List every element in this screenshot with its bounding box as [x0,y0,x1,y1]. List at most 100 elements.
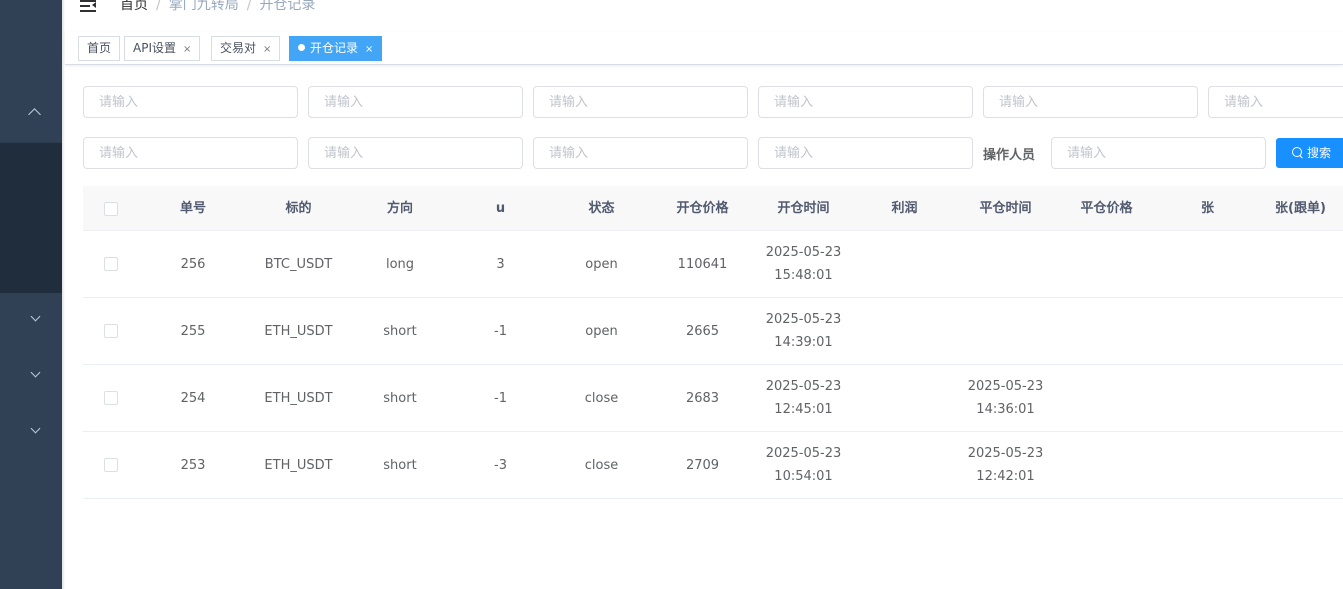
tag-label: API设置 [133,41,176,55]
cell-u: -1 [494,323,507,339]
filter-input[interactable] [533,137,748,169]
breadcrumb: 首页 / 掌门九转局 / 开仓记录 [120,0,315,14]
cell-open-time: 2025-05-23 15:48:01 [753,231,854,297]
cell-qty-follow [1258,432,1343,498]
row-select[interactable] [83,365,139,431]
cell-profit [854,231,955,297]
chevron-up-icon [28,108,41,121]
cell-status: open [585,323,618,339]
cell-open-price: 2665 [685,323,720,339]
filter-input[interactable] [983,86,1198,118]
checkbox[interactable] [104,257,118,271]
column-header: 状态 [588,201,615,216]
cell-id: 253 [180,457,206,473]
search-button-label: 搜索 [1307,146,1332,160]
table-row[interactable]: 253 ETH_USDT short -3 close 2709 2025-05… [83,432,1343,499]
filter-input[interactable] [1208,86,1343,118]
tag-open-records[interactable]: 开仓记录 × [289,36,383,61]
cell-close-price [1056,432,1157,498]
breadcrumb-current: 开仓记录 [259,0,316,13]
navbar: 首页 / 掌门九转局 / 开仓记录 [65,0,1343,30]
filter-input[interactable] [308,137,523,169]
cell-open-time: 2025-05-23 10:54:01 [753,432,854,498]
open-time: 10:54:01 [774,469,833,484]
close-icon[interactable]: × [183,44,191,55]
checkbox[interactable] [104,458,118,472]
close-icon[interactable]: × [365,44,373,55]
tag-api-settings[interactable]: API设置 × [124,36,201,61]
cell-direction: long [385,256,415,272]
open-time: 14:39:01 [774,335,833,350]
hamburger-icon[interactable] [80,0,98,14]
table-row[interactable]: 256 BTC_USDT long 3 open 110641 2025-05-… [83,231,1343,298]
cell-qty-follow [1258,365,1343,431]
table-row[interactable]: 254 ETH_USDT short -1 close 2683 2025-05… [83,365,1343,432]
tag-label: 开仓记录 [310,41,359,55]
tag-trading-pairs[interactable]: 交易对 × [211,36,281,61]
cell-status: close [584,457,619,473]
close-date: 2025-05-23 [967,379,1044,394]
header-select-all[interactable] [83,186,139,231]
tags-view: 首页 API设置 × 交易对 × 开仓记录 × [65,32,1343,65]
operator-input[interactable] [1051,137,1266,169]
open-date: 2025-05-23 [765,379,842,394]
records-table: 单号 标的 方向 u 状态 开仓价格 开仓时间 利润 平仓时间 平仓价格 张 张… [83,186,1343,499]
cell-close-price [1056,231,1157,297]
cell-symbol: ETH_USDT [264,390,333,406]
cell-open-time: 2025-05-23 14:39:01 [753,298,854,364]
row-select[interactable] [83,298,139,364]
table-header: 单号 标的 方向 u 状态 开仓价格 开仓时间 利润 平仓时间 平仓价格 张 张… [83,186,1343,231]
filter-input[interactable] [83,86,298,118]
chevron-down-icon[interactable] [30,423,41,434]
cell-status: close [584,390,619,406]
column-header: 方向 [386,201,413,216]
open-date: 2025-05-23 [765,312,842,327]
column-header: 张 [1200,201,1214,216]
chevron-down-icon[interactable] [30,367,41,378]
open-time: 12:45:01 [774,402,833,417]
cell-qty [1157,432,1258,498]
checkbox[interactable] [104,324,118,338]
checkbox[interactable] [104,201,118,216]
cell-status: open [585,256,618,272]
checkbox[interactable] [104,391,118,405]
filter-input[interactable] [758,86,973,118]
row-select[interactable] [83,432,139,498]
open-date: 2025-05-23 [765,446,842,461]
breadcrumb-home[interactable]: 首页 [120,0,148,13]
cell-id: 255 [180,323,206,339]
chevron-down-icon[interactable] [30,311,41,322]
tag-home[interactable]: 首页 [78,36,121,61]
table-row[interactable]: 255 ETH_USDT short -1 open 2665 2025-05-… [83,298,1343,365]
filter-input[interactable] [533,86,748,118]
row-select[interactable] [83,231,139,297]
cell-direction: short [383,457,417,473]
filter-input[interactable] [758,137,973,169]
filter-input[interactable] [308,86,523,118]
cell-profit [854,298,955,364]
cell-open-time: 2025-05-23 12:45:01 [753,365,854,431]
sidebar-shadow [62,0,65,589]
sidebar-menu-group-expanded[interactable] [0,0,62,143]
cell-close-time [955,231,1056,297]
close-date: 2025-05-23 [967,446,1044,461]
column-header: 标的 [285,201,312,216]
filter-input[interactable] [83,137,298,169]
close-time: 12:42:01 [976,469,1035,484]
cell-id: 254 [180,390,206,406]
cell-direction: short [383,390,417,406]
search-button[interactable]: 搜索 [1276,138,1343,168]
search-icon [1292,147,1303,158]
cell-symbol: ETH_USDT [264,323,333,339]
cell-u: 3 [496,256,505,272]
operator-label: 操作人员 [983,148,1036,163]
cell-close-price [1056,298,1157,364]
cell-open-price: 2683 [685,390,720,406]
dot-icon [298,44,305,51]
sidebar-submenu[interactable] [0,143,62,293]
close-icon[interactable]: × [263,44,271,55]
column-header: 单号 [179,201,206,216]
tag-label: 首页 [87,41,112,55]
cell-qty [1157,231,1258,297]
cell-u: -1 [494,390,507,406]
